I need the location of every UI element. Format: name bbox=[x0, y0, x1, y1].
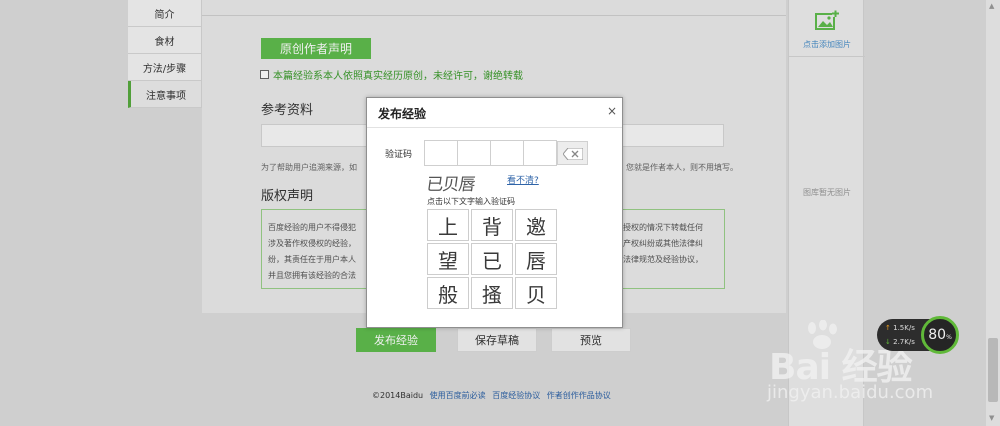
captcha-char-button[interactable]: 搔 bbox=[471, 277, 513, 309]
captcha-instruction: 点击以下文字输入验证码 bbox=[427, 197, 515, 206]
captcha-char-button[interactable]: 般 bbox=[427, 277, 469, 309]
captcha-char-button[interactable]: 已 bbox=[471, 243, 513, 275]
dialog-header-divider bbox=[367, 127, 622, 128]
captcha-slot[interactable] bbox=[457, 140, 491, 166]
captcha-slot[interactable] bbox=[490, 140, 524, 166]
captcha-slot[interactable] bbox=[424, 140, 458, 166]
publish-dialog: 发布经验 × 验证码 已贝唇 看不清? 点击以下文字输入验证码 上 背 邀 望 … bbox=[366, 97, 623, 328]
close-icon[interactable]: × bbox=[607, 104, 617, 118]
captcha-character-grid: 上 背 邀 望 已 唇 般 搔 贝 bbox=[427, 209, 557, 309]
captcha-char-button[interactable]: 上 bbox=[427, 209, 469, 241]
captcha-input[interactable] bbox=[424, 140, 557, 166]
captcha-clear-button[interactable] bbox=[557, 141, 588, 165]
captcha-label: 验证码 bbox=[385, 150, 413, 160]
captcha-char-button[interactable]: 贝 bbox=[515, 277, 557, 309]
captcha-slot[interactable] bbox=[523, 140, 557, 166]
captcha-char-button[interactable]: 背 bbox=[471, 209, 513, 241]
captcha-char-button[interactable]: 望 bbox=[427, 243, 469, 275]
dialog-title: 发布经验 bbox=[378, 107, 427, 121]
captcha-image: 已贝唇 bbox=[425, 175, 476, 195]
backspace-icon bbox=[563, 148, 583, 160]
captcha-char-button[interactable]: 邀 bbox=[515, 209, 557, 241]
captcha-char-button[interactable]: 唇 bbox=[515, 243, 557, 275]
refresh-captcha-link[interactable]: 看不清? bbox=[507, 173, 539, 186]
